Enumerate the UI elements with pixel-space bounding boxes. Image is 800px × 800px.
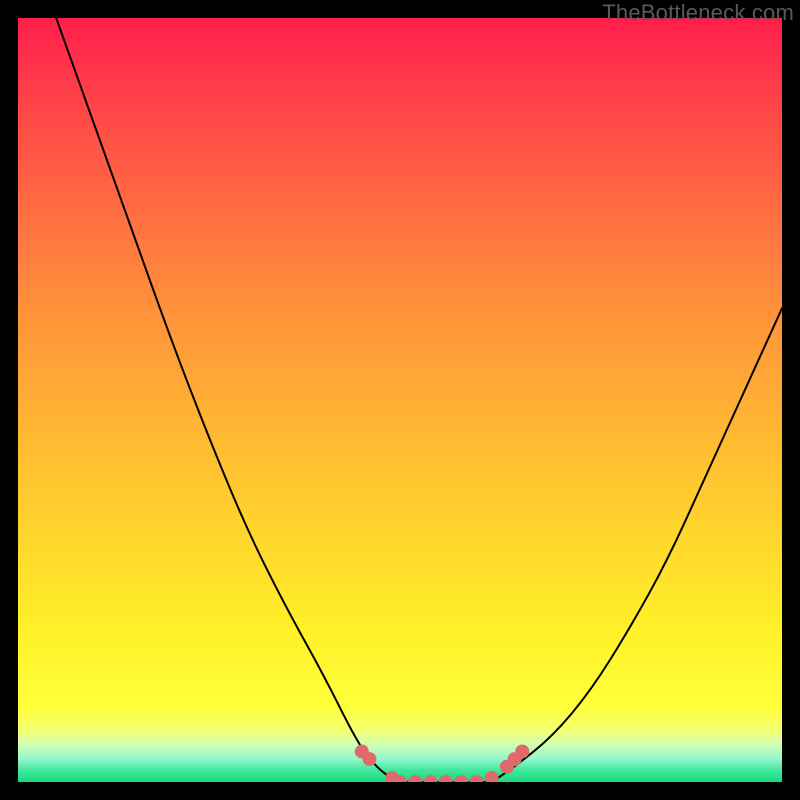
curve-marker [454,775,468,782]
curve-marker [485,771,499,782]
curve-marker [362,752,376,766]
watermark-text: TheBottleneck.com [602,0,794,26]
outer-frame: TheBottleneck.com [0,0,800,800]
curve-marker [424,775,438,782]
curve-layer [18,18,782,782]
plot-area [18,18,782,782]
curve-marker [408,775,422,782]
bottleneck-curve [56,18,782,782]
curve-marker [439,775,453,782]
curve-marker [469,775,483,782]
curve-marker [515,744,529,758]
